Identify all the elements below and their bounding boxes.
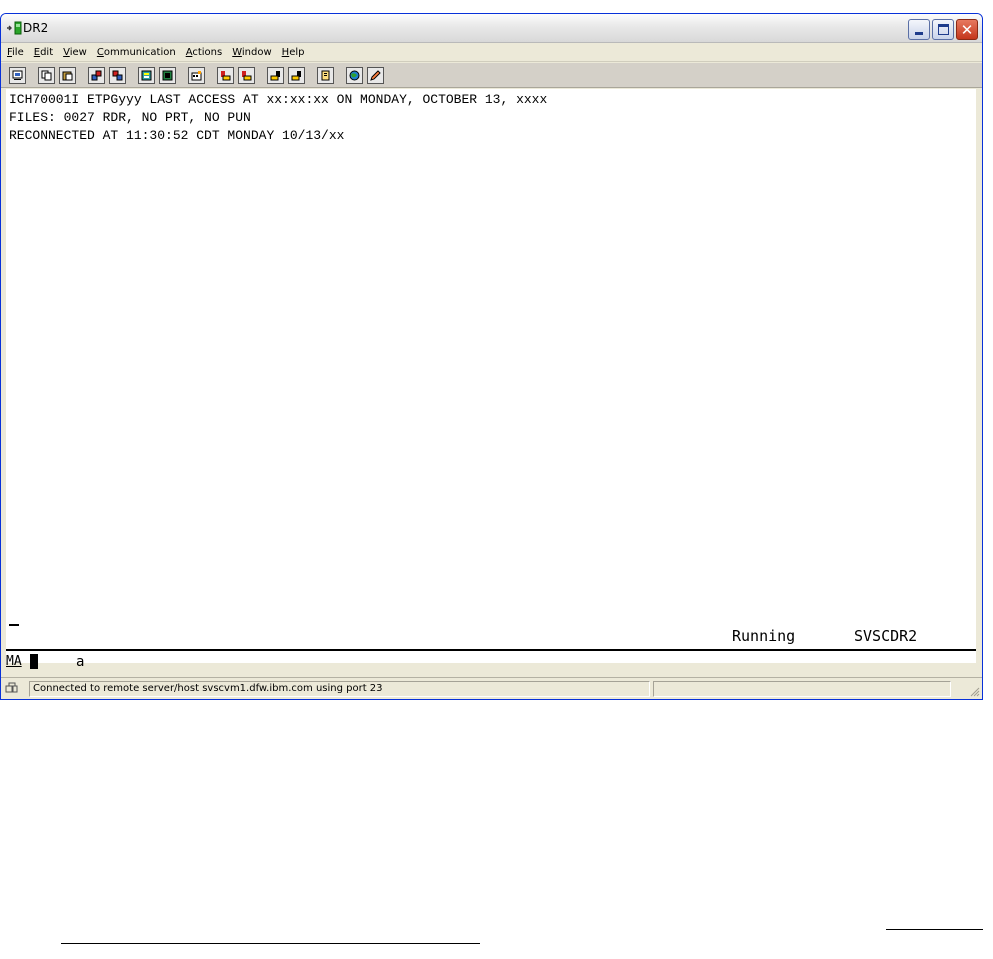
keyboard-map-button[interactable] <box>159 66 176 84</box>
maximize-icon <box>938 24 949 35</box>
window-title: DR2 <box>23 21 49 35</box>
input-cursor <box>9 624 19 626</box>
menu-file[interactable]: File <box>7 47 24 58</box>
copy-icon <box>41 70 52 80</box>
menu-edit[interactable]: Edit <box>34 47 53 58</box>
status-bar: Connected to remote server/host svscvm1.… <box>1 677 982 699</box>
emulator-window: DR2 ✕ File Edit View Communication Actio… <box>0 13 983 700</box>
web-icon <box>349 70 360 80</box>
paste-icon <box>62 71 73 80</box>
close-icon: ✕ <box>960 21 974 39</box>
menu-window[interactable]: Window <box>232 47 271 58</box>
display-setup-button[interactable] <box>138 66 155 84</box>
pencil-button[interactable] <box>367 66 384 84</box>
menu-communication[interactable]: Communication <box>97 47 176 58</box>
start-macro-button[interactable] <box>267 66 284 84</box>
macro-icon <box>191 70 202 80</box>
play-macro-button[interactable] <box>238 66 255 84</box>
oia-session-indicator: a <box>76 654 85 670</box>
stop-macro-icon <box>291 70 301 80</box>
start-macro-icon <box>270 70 280 80</box>
status-host: SVSCDR2 <box>854 627 918 645</box>
display-setup-icon <box>141 70 152 80</box>
connection-icon <box>5 682 18 693</box>
play-macro-icon <box>242 70 252 80</box>
send-file-icon <box>91 70 102 80</box>
clipboard-button[interactable] <box>317 66 334 84</box>
resize-grip-icon[interactable] <box>968 685 980 697</box>
stop-macro-button[interactable] <box>288 66 305 84</box>
status-running: Running <box>732 627 796 645</box>
minimize-icon <box>915 32 923 35</box>
print-screen-icon <box>12 70 23 80</box>
paste-button[interactable] <box>59 66 76 84</box>
print-screen-button[interactable] <box>9 66 26 84</box>
oia-ma-indicator: MA <box>6 654 22 669</box>
record-macro-icon <box>221 70 231 80</box>
terminal-line-2: FILES: 0027 RDR, NO PRT, NO PUN <box>9 110 251 125</box>
operator-info-area: MA a <box>6 652 976 672</box>
status-pane-secondary <box>653 681 951 697</box>
web-button[interactable] <box>346 66 363 84</box>
terminal-line-1: ICH70001I ETPGyyy LAST ACCESS AT xx:xx:x… <box>9 92 548 107</box>
record-macro-button[interactable] <box>217 66 234 84</box>
send-file-button[interactable] <box>88 66 105 84</box>
receive-file-button[interactable] <box>109 66 126 84</box>
divider-line <box>886 929 983 930</box>
keyboard-map-icon <box>162 70 173 80</box>
divider-line <box>61 943 480 944</box>
macro-button[interactable] <box>188 66 205 84</box>
menu-actions[interactable]: Actions <box>186 47 223 58</box>
pencil-icon <box>370 69 381 81</box>
terminal-screen[interactable]: ICH70001I ETPGyyy LAST ACCESS AT xx:xx:x… <box>6 89 976 670</box>
menu-help[interactable]: Help <box>282 47 305 58</box>
oia-connection-block <box>30 654 38 669</box>
receive-file-icon <box>112 70 123 80</box>
status-message: Connected to remote server/host svscvm1.… <box>29 681 650 697</box>
maximize-button[interactable] <box>932 19 954 40</box>
copy-button[interactable] <box>38 66 55 84</box>
menu-bar: File Edit View Communication Actions Win… <box>1 44 982 62</box>
menu-view[interactable]: View <box>63 47 87 58</box>
terminal-line-3: RECONNECTED AT 11:30:52 CDT MONDAY 10/13… <box>9 128 345 143</box>
toolbar <box>1 63 982 88</box>
oia-divider <box>6 649 976 651</box>
close-button[interactable]: ✕ <box>956 19 978 40</box>
clipboard-icon <box>321 70 330 80</box>
minimize-button[interactable] <box>908 19 930 40</box>
title-bar[interactable]: DR2 ✕ <box>1 14 982 43</box>
